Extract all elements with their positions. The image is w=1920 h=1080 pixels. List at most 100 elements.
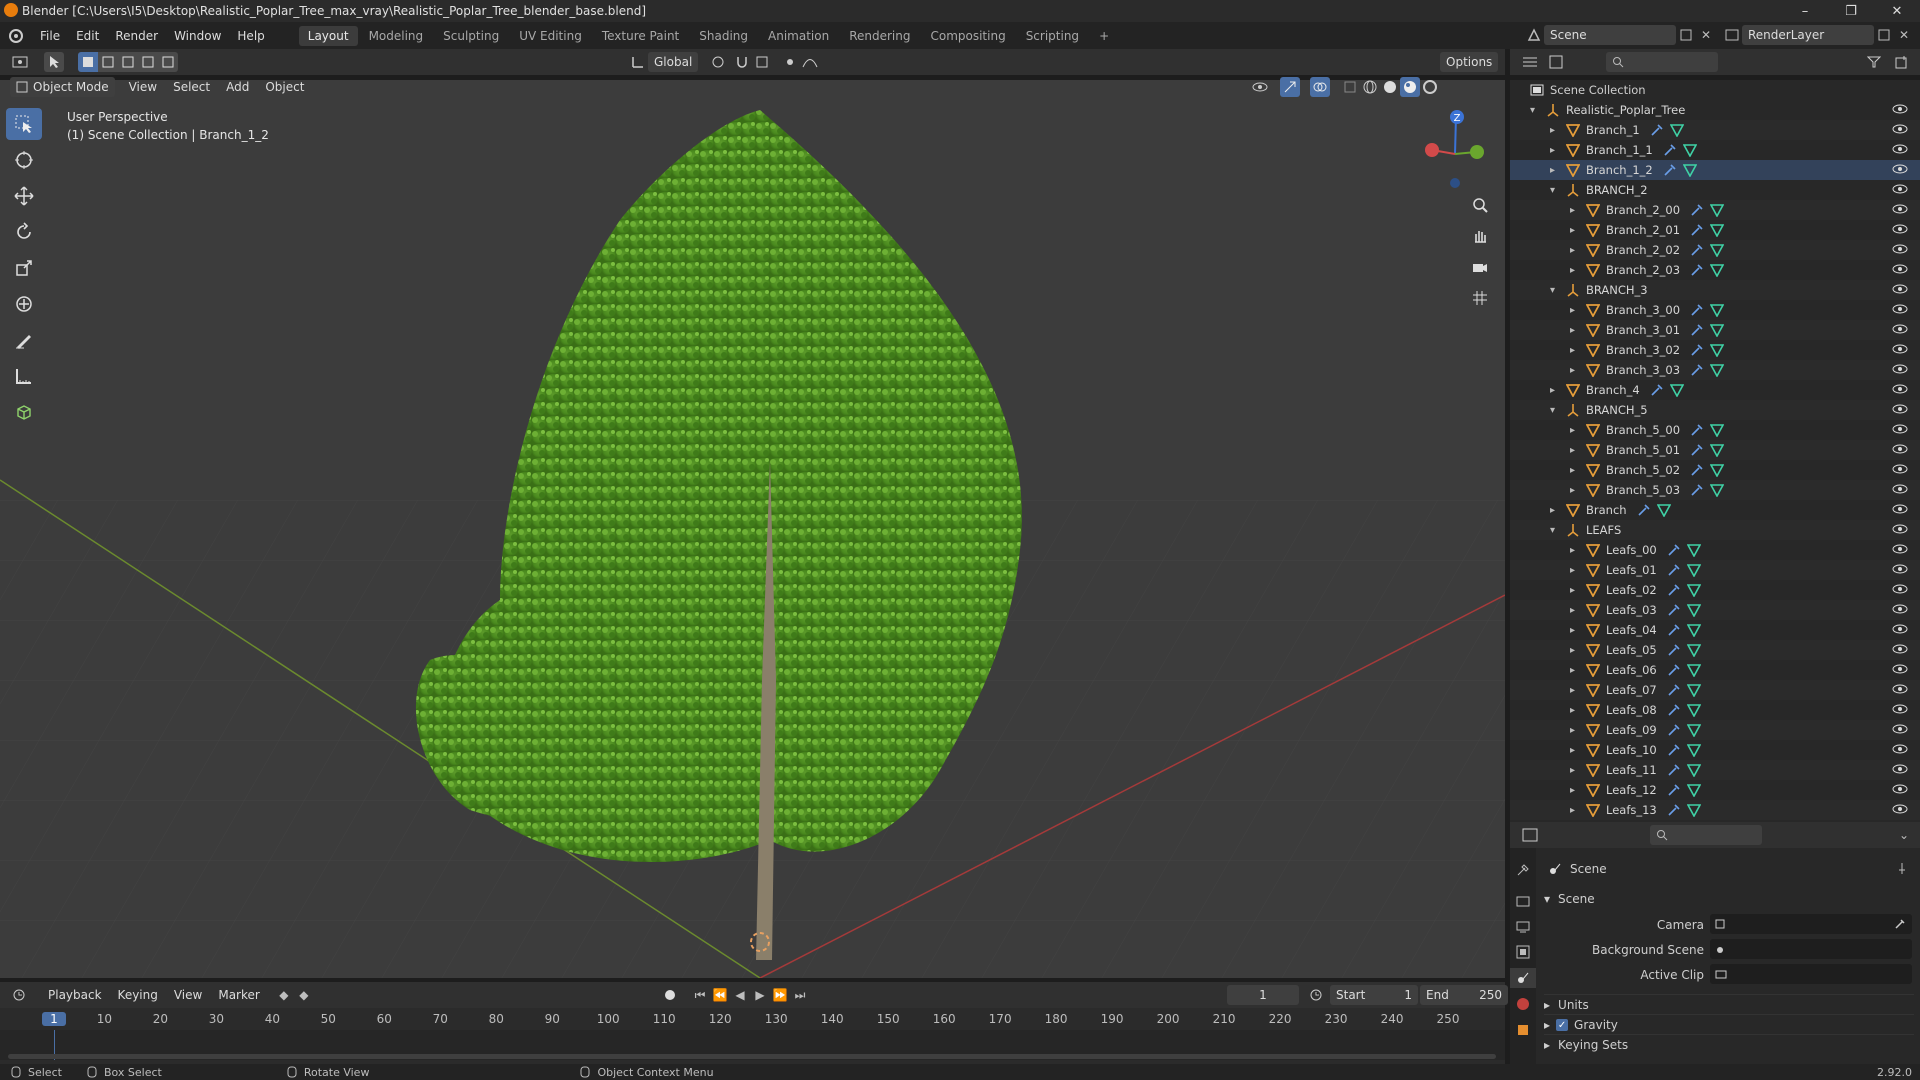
maximize-button[interactable]: ❐ [1828,0,1874,22]
outliner-row[interactable]: ▸ Branch_2_01 [1510,220,1920,240]
visibility-eye-icon[interactable] [1892,362,1908,376]
expand-arrow-icon[interactable]: ▸ [1570,805,1582,816]
menu-file[interactable]: File [32,29,68,43]
auto-keying-icon[interactable] [660,985,680,1005]
outliner-row[interactable]: ▸ Leafs_06 [1510,660,1920,680]
modifier-wrench-icon[interactable] [1667,683,1681,697]
outliner-row[interactable]: ▸ Branch_5_03 [1510,480,1920,500]
expand-arrow-icon[interactable]: ▸ [1570,245,1582,256]
visibility-eye-icon[interactable] [1892,202,1908,216]
timeline-editor-type-icon[interactable] [10,985,30,1005]
tab-sculpting[interactable]: Sculpting [434,26,508,46]
viewport-menu-select[interactable]: Select [165,80,218,94]
tab-tool-icon[interactable] [1513,860,1533,880]
end-frame-field[interactable]: End 250 [1420,985,1508,1005]
mesh-data-icon[interactable] [1710,203,1725,217]
tab-scene-icon[interactable] [1510,968,1536,988]
visibility-eye-icon[interactable] [1892,262,1908,276]
xray-toggle-icon[interactable] [1340,77,1360,97]
proportional-falloff-icon[interactable] [800,52,820,72]
gravity-checkbox[interactable]: ✓ [1556,1019,1569,1031]
outliner-row[interactable]: ▸ Branch_5_01 [1510,440,1920,460]
pivot-point-icon[interactable] [708,52,728,72]
pin-icon[interactable] [1892,858,1912,878]
outliner-row[interactable]: ▸ Branch_3_02 [1510,340,1920,360]
modifier-wrench-icon[interactable] [1690,483,1704,497]
outliner-row[interactable]: ▸ Leafs_02 [1510,580,1920,600]
keyframe-next-icon[interactable]: ◆ [294,985,314,1005]
outliner-row[interactable]: ▸ Branch_5_02 [1510,460,1920,480]
expand-arrow-icon[interactable]: ▸ [1570,625,1582,636]
preview-range-icon[interactable] [1306,985,1326,1005]
ortho-toggle-icon[interactable] [1470,288,1490,308]
mesh-data-icon[interactable] [1710,263,1725,277]
visibility-eye-icon[interactable] [1892,422,1908,436]
modifier-wrench-icon[interactable] [1667,703,1681,717]
mesh-data-icon[interactable] [1710,423,1725,437]
shading-wireframe-icon[interactable] [1360,77,1380,97]
visibility-eye-icon[interactable] [1892,802,1908,816]
mesh-data-icon[interactable] [1686,543,1701,557]
properties-search-input[interactable] [1650,825,1762,845]
mesh-data-icon[interactable] [1710,243,1725,257]
mesh-data-icon[interactable] [1710,483,1725,497]
options-dropdown[interactable]: Options [1440,52,1499,72]
tab-compositing[interactable]: Compositing [921,26,1014,46]
gravity-panel-header[interactable]: ▸ ✓ Gravity [1544,1014,1914,1035]
select-mode-invert-icon[interactable] [138,52,158,72]
collapse-arrow-icon[interactable]: ▾ [1550,185,1562,196]
modifier-wrench-icon[interactable] [1690,263,1704,277]
timeline-ruler[interactable]: 1 10 20 30 40 50 60 70 80 90 100 110 120 130 140 150 160… [0,1010,1505,1030]
tab-animation[interactable]: Animation [759,26,838,46]
tool-annotate[interactable] [6,324,42,356]
expand-arrow-icon[interactable]: ▸ [1570,265,1582,276]
play-icon[interactable]: ▶ [750,985,770,1005]
visibility-eye-icon[interactable] [1892,702,1908,716]
zoom-icon[interactable] [1470,195,1490,215]
visibility-eye-icon[interactable] [1892,562,1908,576]
modifier-wrench-icon[interactable] [1690,203,1704,217]
visibility-toggle-icon[interactable] [1250,77,1270,97]
expand-arrow-icon[interactable]: ▸ [1570,425,1582,436]
tab-layout[interactable]: Layout [298,25,358,46]
outliner-row[interactable]: ▸ Leafs_03 [1510,600,1920,620]
mesh-data-icon[interactable] [1682,143,1697,157]
keying-sets-panel-header[interactable]: ▸ Keying Sets [1544,1034,1914,1055]
modifier-wrench-icon[interactable] [1667,743,1681,757]
editor-type-icon[interactable] [10,52,30,72]
expand-arrow-icon[interactable]: ▸ [1570,465,1582,476]
delete-view-layer-icon[interactable]: ✕ [1894,25,1914,45]
select-tool-icon[interactable] [44,52,64,72]
blender-menu-icon[interactable] [6,26,26,46]
camera-view-icon[interactable] [1470,257,1490,277]
mesh-data-icon[interactable] [1686,783,1701,797]
modifier-wrench-icon[interactable] [1690,463,1704,477]
expand-arrow-icon[interactable]: ▸ [1570,205,1582,216]
expand-arrow-icon[interactable]: ▸ [1570,785,1582,796]
expand-arrow-icon[interactable]: ▸ [1570,485,1582,496]
outliner-row[interactable]: ▾ BRANCH_2 [1510,180,1920,200]
visibility-eye-icon[interactable] [1892,402,1908,416]
mesh-data-icon[interactable] [1686,583,1701,597]
modifier-wrench-icon[interactable] [1667,723,1681,737]
visibility-eye-icon[interactable] [1892,242,1908,256]
modifier-wrench-icon[interactable] [1667,643,1681,657]
keyframe-prev-icon[interactable]: ◆ [274,985,294,1005]
mesh-data-icon[interactable] [1686,763,1701,777]
modifier-wrench-icon[interactable] [1667,583,1681,597]
mesh-data-icon[interactable] [1686,603,1701,617]
collapse-arrow-icon[interactable]: ▾ [1550,405,1562,416]
outliner-row[interactable]: ▸ Leafs_09 [1510,720,1920,740]
tool-cursor[interactable] [6,144,42,176]
tool-select-box[interactable] [6,108,42,140]
expand-arrow-icon[interactable]: ▸ [1570,545,1582,556]
outliner-row[interactable]: ▸ Leafs_05 [1510,640,1920,660]
scene-panel-header[interactable]: ▾ Scene [1544,888,1914,910]
mesh-data-icon[interactable] [1669,123,1684,137]
tab-texture-paint[interactable]: Texture Paint [593,26,688,46]
display-mode-icon[interactable] [1546,52,1566,72]
modifier-wrench-icon[interactable] [1667,603,1681,617]
timeline-scrollbar[interactable] [8,1054,1496,1059]
active-clip-field[interactable] [1710,964,1912,984]
outliner-row[interactable]: ▾ BRANCH_5 [1510,400,1920,420]
